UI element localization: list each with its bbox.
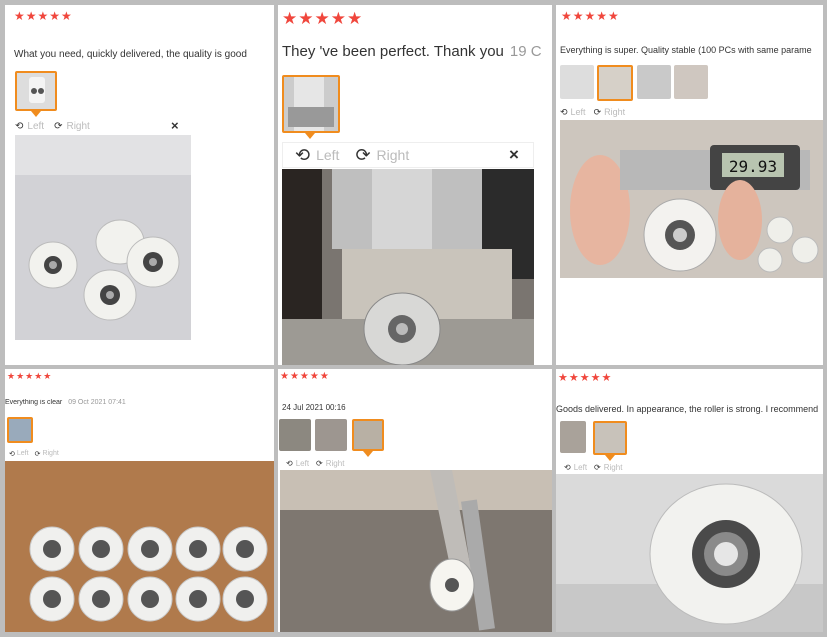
review-card-3: ★★★★★ Everything is super. Quality stabl… xyxy=(556,5,823,365)
rotate-right-icon[interactable]: ⟳ xyxy=(594,463,601,472)
review-date: 19 C xyxy=(509,43,542,60)
rotate-right-label[interactable]: Right xyxy=(42,450,58,457)
rotate-left-icon[interactable]: ⟲ xyxy=(564,463,571,472)
review-text: Goods delivered. In appearance, the roll… xyxy=(556,404,819,414)
rotate-controls: ⟲ Left ⟳ Right × xyxy=(282,142,534,168)
review-thumbnail[interactable] xyxy=(15,71,57,111)
rotate-left-icon[interactable]: ⟲ xyxy=(15,121,23,132)
review-thumbnail[interactable] xyxy=(282,75,340,133)
review-card-5: ★★★★★ 24 Jul 2021 00:16 ⟲ Left ⟳ Right xyxy=(278,369,552,632)
rating-stars: ★★★★★ xyxy=(14,9,73,23)
rotate-controls: ⟲ Left ⟳ Right xyxy=(286,457,344,469)
rotate-controls: ⟲ Left ⟳ Right xyxy=(560,105,625,119)
review-thumbnail[interactable] xyxy=(593,421,627,455)
rotate-left-label[interactable]: Left xyxy=(316,147,339,163)
review-thumbnail[interactable] xyxy=(315,419,347,451)
rotate-left-label[interactable]: Left xyxy=(296,459,309,468)
review-text-body: They 've been perfect. Thank you xyxy=(282,43,504,60)
rotate-right-icon[interactable]: ⟳ xyxy=(54,121,62,132)
review-photo xyxy=(280,470,552,632)
close-icon[interactable]: × xyxy=(509,145,519,165)
selected-arrow xyxy=(305,133,315,139)
rotate-left-label[interactable]: Left xyxy=(17,450,29,457)
review-thumbnail[interactable] xyxy=(7,417,33,443)
review-card-6: ★★★★★ Goods delivered. In appearance, th… xyxy=(556,369,823,632)
review-thumbnail[interactable] xyxy=(352,419,384,451)
review-date: 24 Jul 2021 00:16 xyxy=(282,403,346,412)
review-photo xyxy=(556,474,823,632)
rotate-right-label[interactable]: Right xyxy=(326,459,345,468)
rotate-left-label[interactable]: Left xyxy=(571,107,586,117)
rotate-right-icon[interactable]: ⟳ xyxy=(594,107,602,118)
rotate-controls: ⟲ Left ⟳ Right xyxy=(564,461,622,473)
rotate-left-label[interactable]: Left xyxy=(27,121,44,132)
rotate-right-icon[interactable]: ⟳ xyxy=(35,450,41,458)
rating-stars: ★★★★★ xyxy=(282,9,364,28)
review-text: Everything is clear 09 Oct 2021 07:41 xyxy=(5,399,274,406)
review-thumbnail[interactable] xyxy=(279,419,311,451)
review-photo xyxy=(15,135,191,340)
rotate-right-label[interactable]: Right xyxy=(604,463,623,472)
rotate-right-icon[interactable]: ⟳ xyxy=(316,459,323,468)
rotate-right-label[interactable]: Right xyxy=(377,147,410,163)
rating-stars: ★★★★★ xyxy=(558,372,613,384)
review-thumbnail[interactable] xyxy=(637,65,671,99)
review-thumbnail[interactable] xyxy=(560,421,586,453)
review-card-2: ★★★★★ They 've been perfect. Thank you 19… xyxy=(278,5,552,365)
review-photo xyxy=(5,461,274,632)
rotate-left-icon[interactable]: ⟲ xyxy=(286,459,293,468)
review-text: Everything is super. Quality stable (100… xyxy=(560,45,812,55)
review-text: They 've been perfect. Thank you 19 C xyxy=(282,43,552,60)
rotate-controls: ⟲ Left ⟳ Right × xyxy=(15,118,187,134)
review-text-body: Everything is clear xyxy=(5,399,63,406)
review-photo-grid: ★★★★★ What you need, quickly delivered, … xyxy=(0,0,827,637)
rotate-left-icon[interactable]: ⟲ xyxy=(295,145,310,166)
rotate-right-label[interactable]: Right xyxy=(604,107,625,117)
selected-arrow xyxy=(363,451,373,457)
review-photo xyxy=(282,169,534,365)
rotate-right-label[interactable]: Right xyxy=(66,121,89,132)
review-thumbnail[interactable] xyxy=(597,65,633,101)
rotate-right-icon[interactable]: ⟳ xyxy=(355,145,370,166)
review-photo: 29.93 xyxy=(560,120,823,278)
rotate-left-icon[interactable]: ⟲ xyxy=(560,107,568,118)
review-card-1: ★★★★★ What you need, quickly delivered, … xyxy=(5,5,274,365)
rotate-controls: ⟲ Left ⟳ Right xyxy=(9,448,59,459)
review-date: 09 Oct 2021 07:41 xyxy=(68,399,126,406)
rating-stars: ★★★★★ xyxy=(280,371,330,382)
review-text: 24 Jul 2021 00:16 xyxy=(282,403,552,412)
rotate-left-label[interactable]: Left xyxy=(574,463,587,472)
caliper-display: 29.93 xyxy=(729,157,777,176)
close-icon[interactable]: × xyxy=(171,118,179,133)
selected-arrow xyxy=(31,111,41,117)
rating-stars: ★★★★★ xyxy=(7,371,53,381)
review-card-4: ★★★★★ Everything is clear 09 Oct 2021 07:… xyxy=(5,369,274,632)
review-text: What you need, quickly delivered, the qu… xyxy=(14,49,247,60)
review-thumbnail[interactable] xyxy=(674,65,708,99)
review-thumbnail[interactable] xyxy=(560,65,594,99)
rotate-left-icon[interactable]: ⟲ xyxy=(9,450,15,458)
rating-stars: ★★★★★ xyxy=(561,9,620,23)
